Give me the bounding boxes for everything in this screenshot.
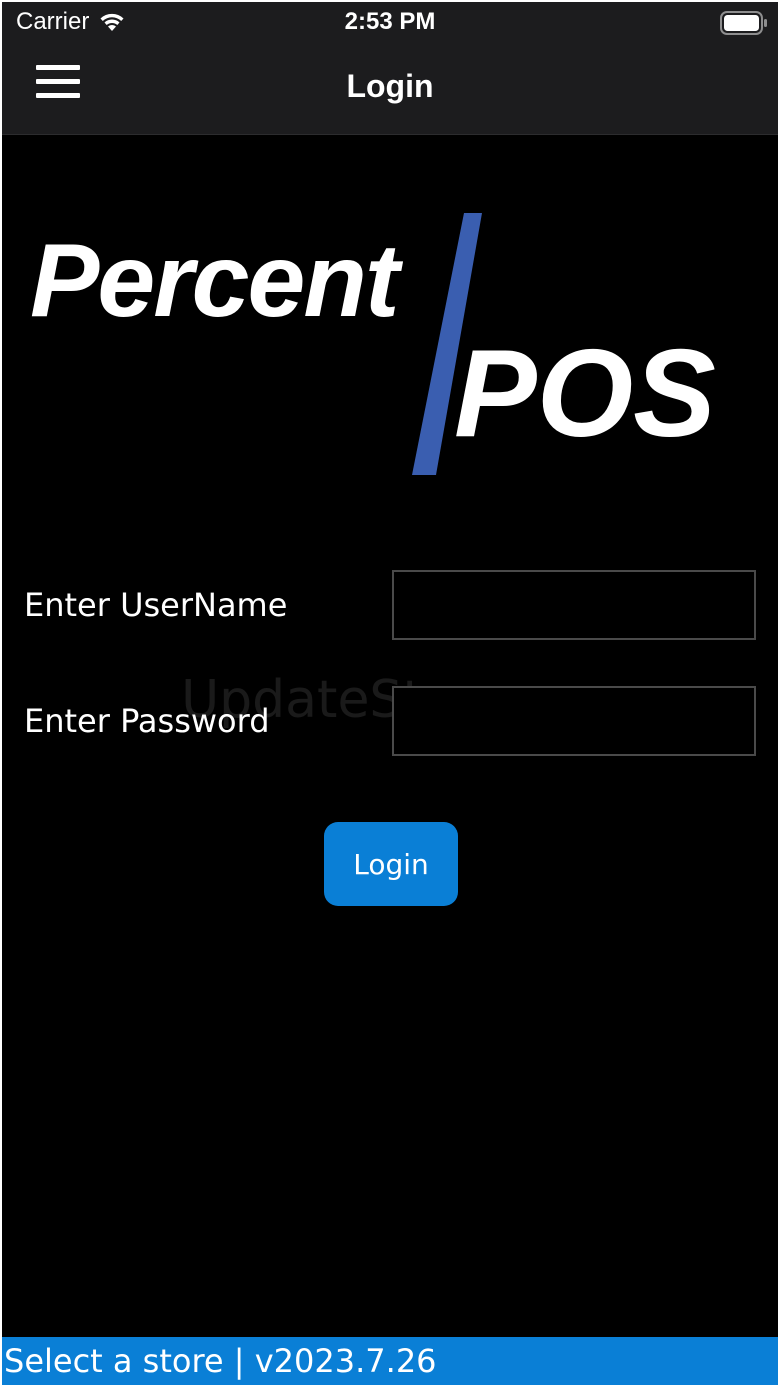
password-label: Enter Password: [24, 702, 270, 740]
logo-text-pos: POS: [454, 325, 716, 463]
username-label: Enter UserName: [24, 586, 288, 624]
password-input[interactable]: [392, 686, 756, 756]
logo-text-percent: Percent: [30, 223, 400, 339]
percent-pos-logo: Percent POS: [22, 207, 762, 482]
login-button[interactable]: Login: [324, 822, 458, 906]
battery-icon: [720, 11, 767, 35]
status-time: 2:53 PM: [344, 8, 436, 35]
footer-text: Select a store | v2023.7.26: [4, 1342, 437, 1380]
login-screen: Carrier 2:53 PM Login Percent POS Update…: [2, 2, 778, 1385]
navigation-bar: Login: [2, 46, 778, 135]
page-title: Login: [346, 68, 434, 104]
store-selector-bar[interactable]: Select a store | v2023.7.26: [2, 1337, 778, 1385]
status-bar: Carrier 2:53 PM: [2, 2, 778, 46]
username-input[interactable]: [392, 570, 756, 640]
